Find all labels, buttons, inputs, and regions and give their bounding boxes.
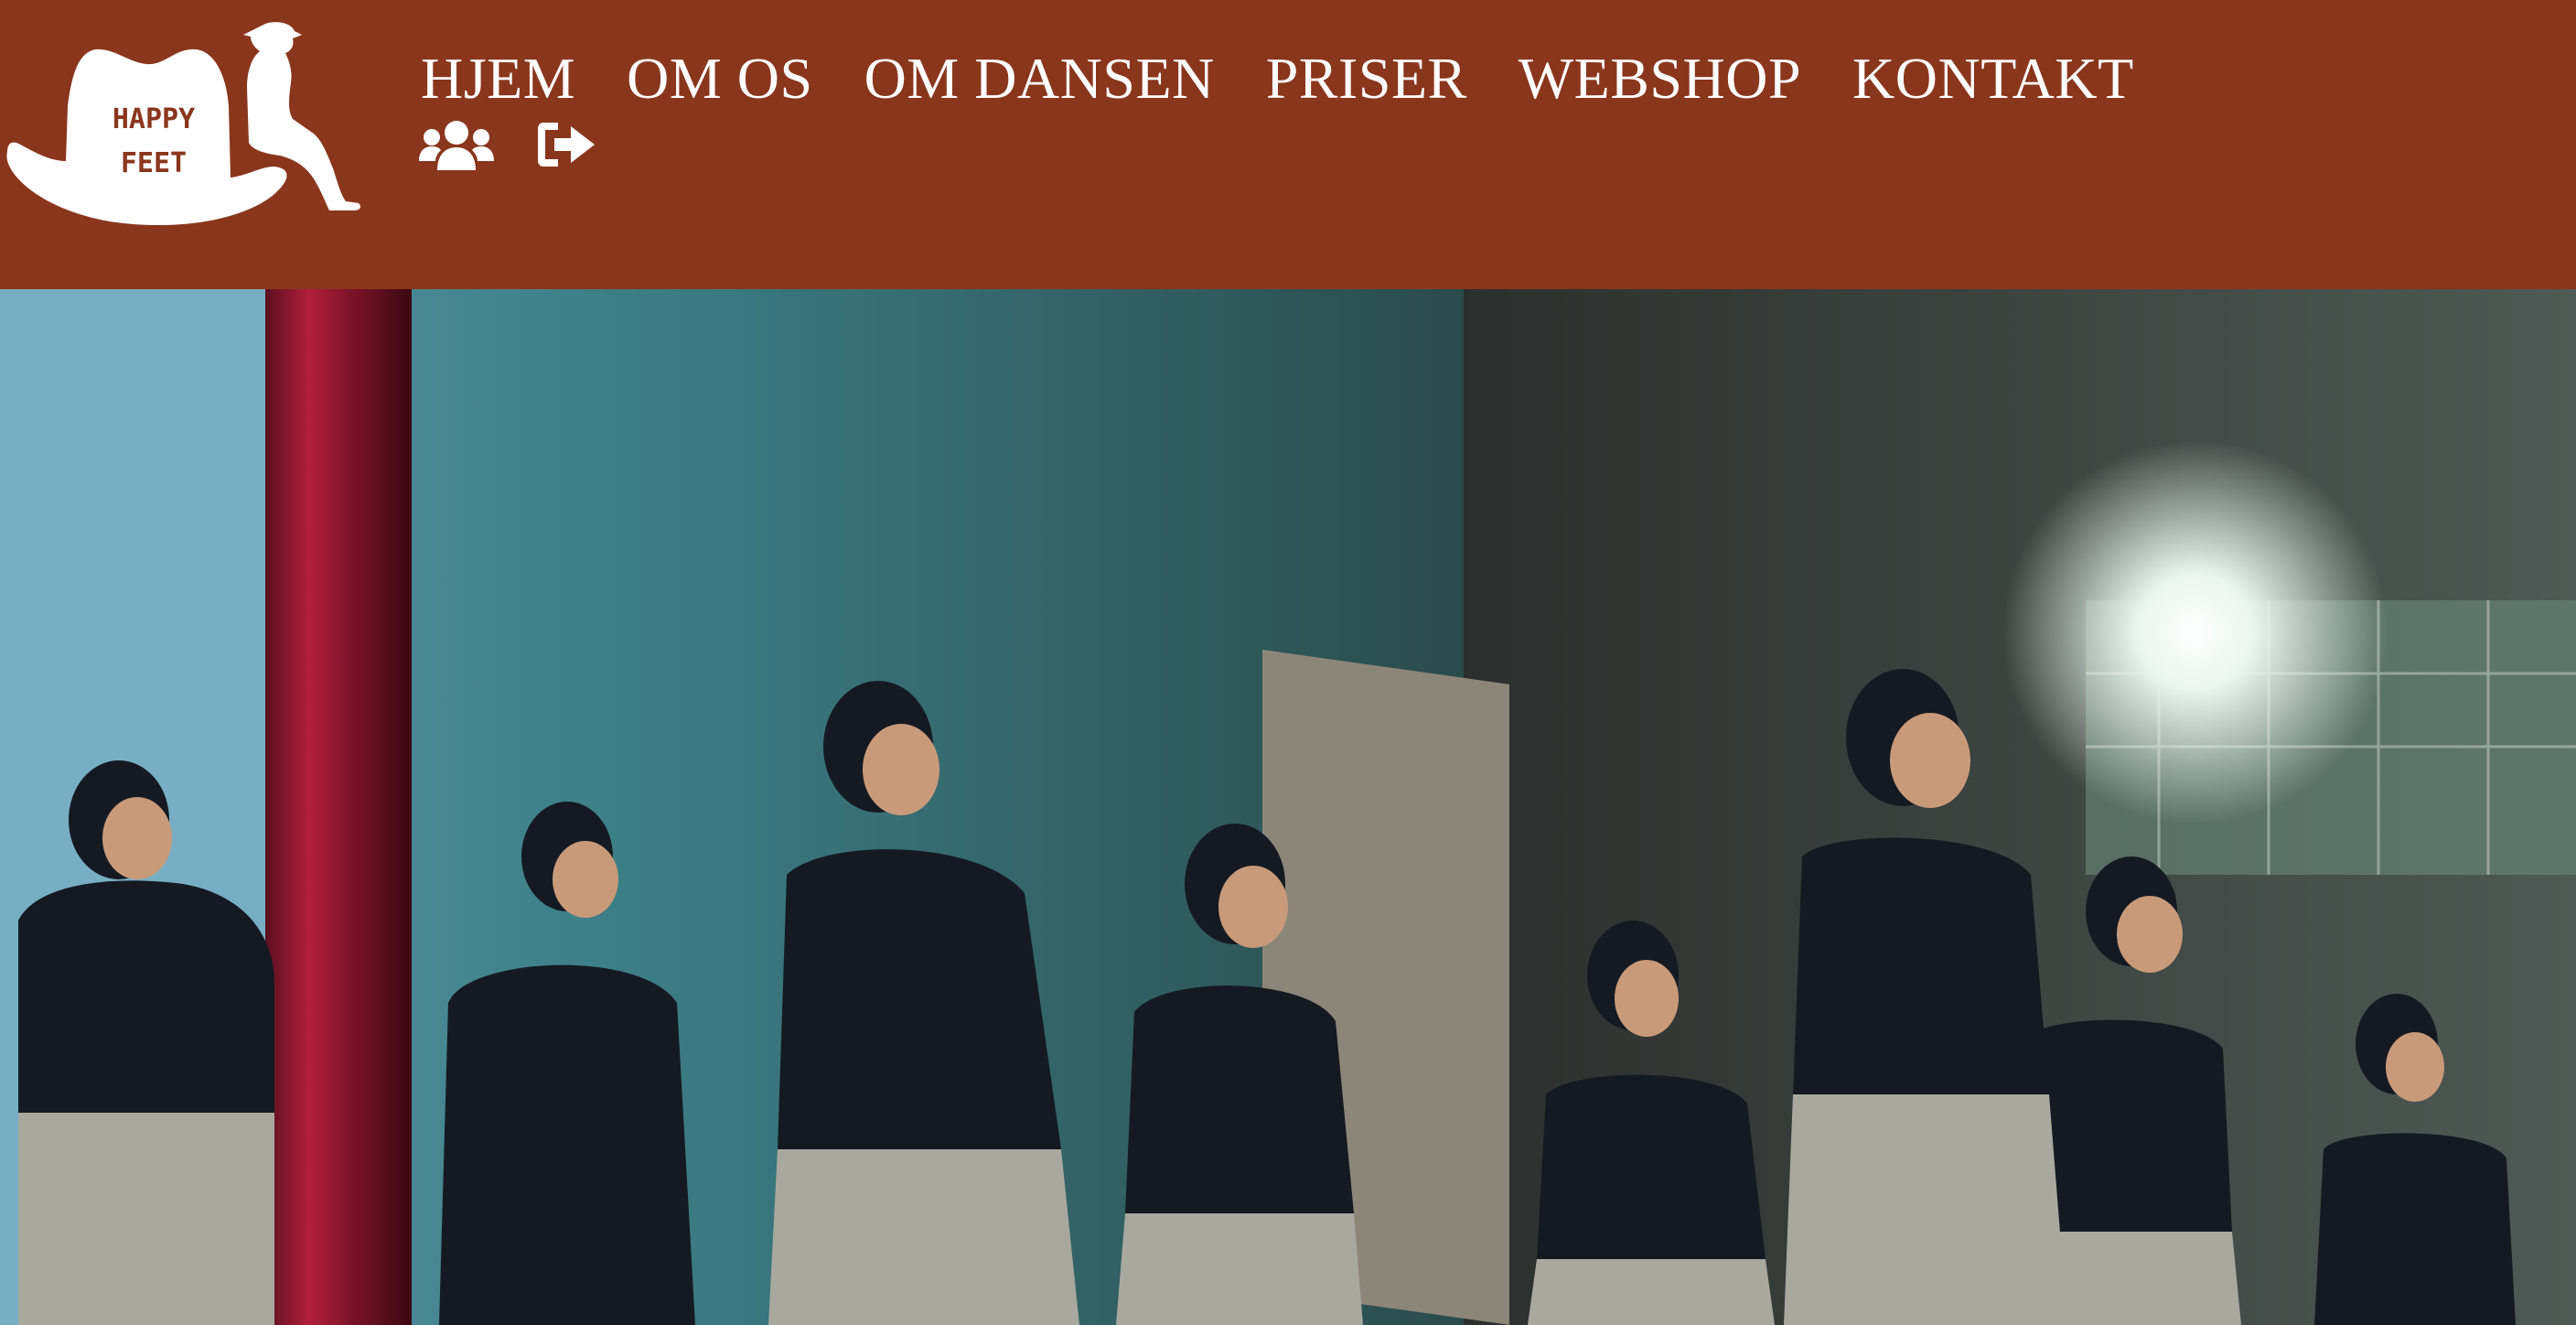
users-icon[interactable] bbox=[419, 117, 494, 176]
header-icon-bar bbox=[419, 117, 639, 176]
hero-photo-dancers bbox=[0, 289, 2576, 1325]
happy-feet-logo[interactable]: HAPPY FEET bbox=[0, 15, 370, 227]
nav-link-om-os[interactable]: OM OS bbox=[627, 42, 812, 115]
logo-text-feet: FEET bbox=[121, 147, 187, 179]
nav-link-kontakt[interactable]: KONTAKT bbox=[1852, 42, 2134, 115]
logo-text-happy: HAPPY bbox=[113, 103, 195, 135]
site-header: HAPPY FEET HJEM OM OS OM DANSEN PRISER W… bbox=[0, 0, 2576, 289]
nav-link-hjem[interactable]: HJEM bbox=[421, 42, 575, 115]
sign-out-icon[interactable] bbox=[536, 121, 596, 172]
main-navigation: HJEM OM OS OM DANSEN PRISER WEBSHOP KONT… bbox=[421, 42, 2134, 115]
nav-link-webshop[interactable]: WEBSHOP bbox=[1519, 42, 1801, 115]
nav-link-om-dansen[interactable]: OM DANSEN bbox=[864, 42, 1215, 115]
nav-link-priser[interactable]: PRISER bbox=[1266, 42, 1467, 115]
